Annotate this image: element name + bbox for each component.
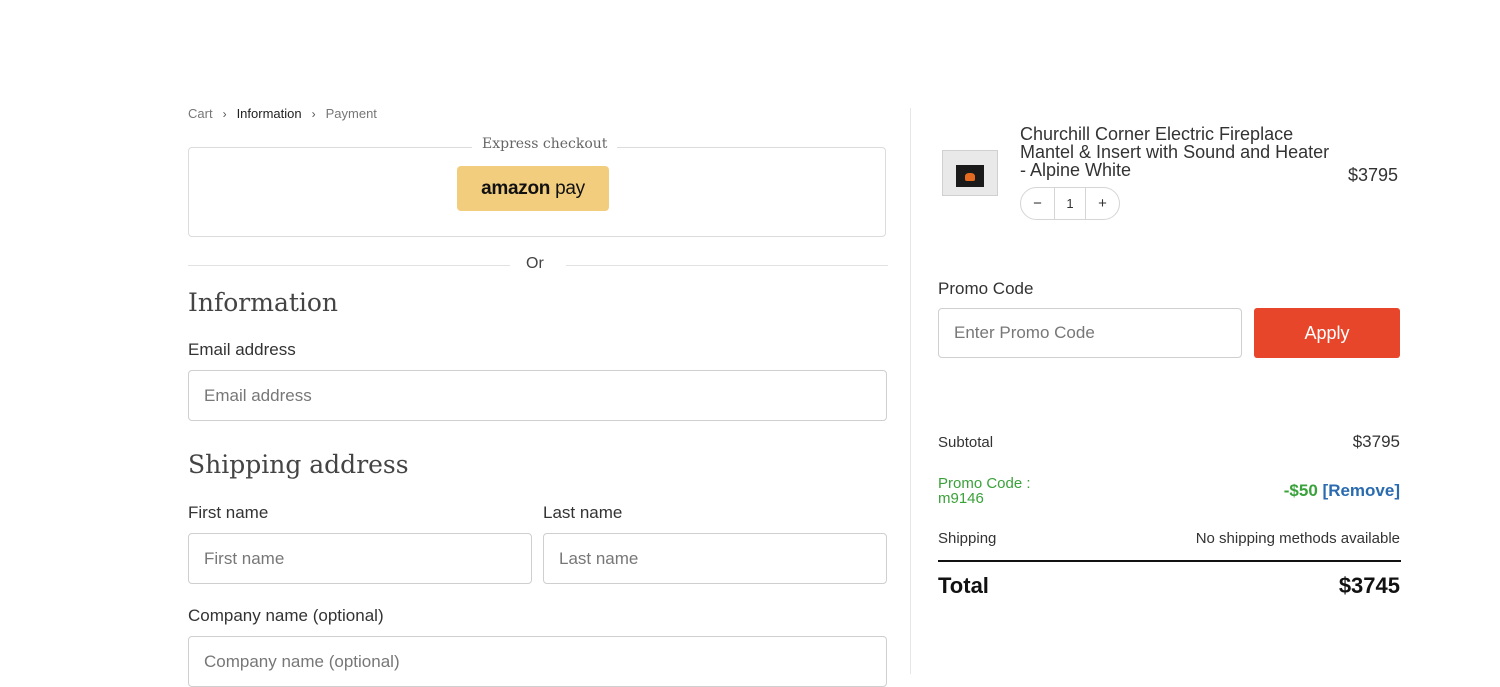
quantity-value[interactable]: 1 xyxy=(1054,188,1086,219)
or-divider-text: Or xyxy=(526,255,544,272)
subtotal-value: $3795 xyxy=(1352,432,1400,451)
product-name: Churchill Corner Electric Fireplace Mant… xyxy=(1020,124,1330,180)
apply-promo-button[interactable]: Apply xyxy=(1254,308,1400,358)
remove-promo-link[interactable]: [Remove] xyxy=(1323,481,1400,500)
company-name-label: Company name (optional) xyxy=(188,606,384,625)
flame-icon xyxy=(965,173,975,181)
first-name-label: First name xyxy=(188,503,269,522)
shipping-value: No shipping methods available xyxy=(1195,530,1400,547)
email-field[interactable] xyxy=(188,370,887,421)
product-price: $3795 xyxy=(1348,165,1399,185)
company-name-field[interactable] xyxy=(188,636,887,687)
last-name-label: Last name xyxy=(543,503,623,522)
amazon-pay-text: pay xyxy=(555,177,585,199)
applied-promo-code: m9146 xyxy=(938,490,984,507)
first-name-field[interactable] xyxy=(188,533,532,584)
breadcrumb: Cart › Information › Payment xyxy=(188,106,377,121)
total-value: $3745 xyxy=(1338,573,1400,598)
amazon-pay-brand: amazon xyxy=(481,177,551,199)
promo-code-label: Promo Code xyxy=(938,279,1034,298)
promo-discount-amount: -$50 xyxy=(1283,481,1318,500)
amazon-pay-button[interactable]: amazon pay xyxy=(457,166,609,211)
information-title: Information xyxy=(188,288,339,317)
applied-promo-label: Promo Code : m9146 xyxy=(938,476,1031,506)
email-label: Email address xyxy=(188,340,296,359)
breadcrumb-information: Information xyxy=(236,106,302,121)
fireplace-insert xyxy=(956,165,984,187)
breadcrumb-payment[interactable]: Payment xyxy=(326,106,377,121)
total-divider xyxy=(938,560,1401,562)
shipping-label: Shipping xyxy=(938,530,997,547)
chevron-right-icon: › xyxy=(222,106,227,121)
increment-button[interactable]: + xyxy=(1086,195,1119,212)
promo-code-input[interactable] xyxy=(938,308,1242,358)
column-divider xyxy=(910,108,911,674)
subtotal-label: Subtotal xyxy=(938,434,994,451)
applied-promo-title: Promo Code : xyxy=(938,475,1031,492)
promo-discount: -$50 [Remove] xyxy=(1284,481,1400,501)
or-divider-left xyxy=(188,265,510,266)
product-thumbnail xyxy=(942,150,998,196)
decrement-button[interactable]: − xyxy=(1021,195,1054,212)
total-label: Total xyxy=(938,573,989,598)
chevron-right-icon: › xyxy=(311,106,316,121)
breadcrumb-cart[interactable]: Cart xyxy=(188,106,213,121)
quantity-stepper: − 1 + xyxy=(1020,187,1120,220)
shipping-address-title: Shipping address xyxy=(188,450,409,479)
express-checkout-label: Express checkout xyxy=(472,136,618,152)
or-divider-right xyxy=(566,265,888,266)
last-name-field[interactable] xyxy=(543,533,887,584)
